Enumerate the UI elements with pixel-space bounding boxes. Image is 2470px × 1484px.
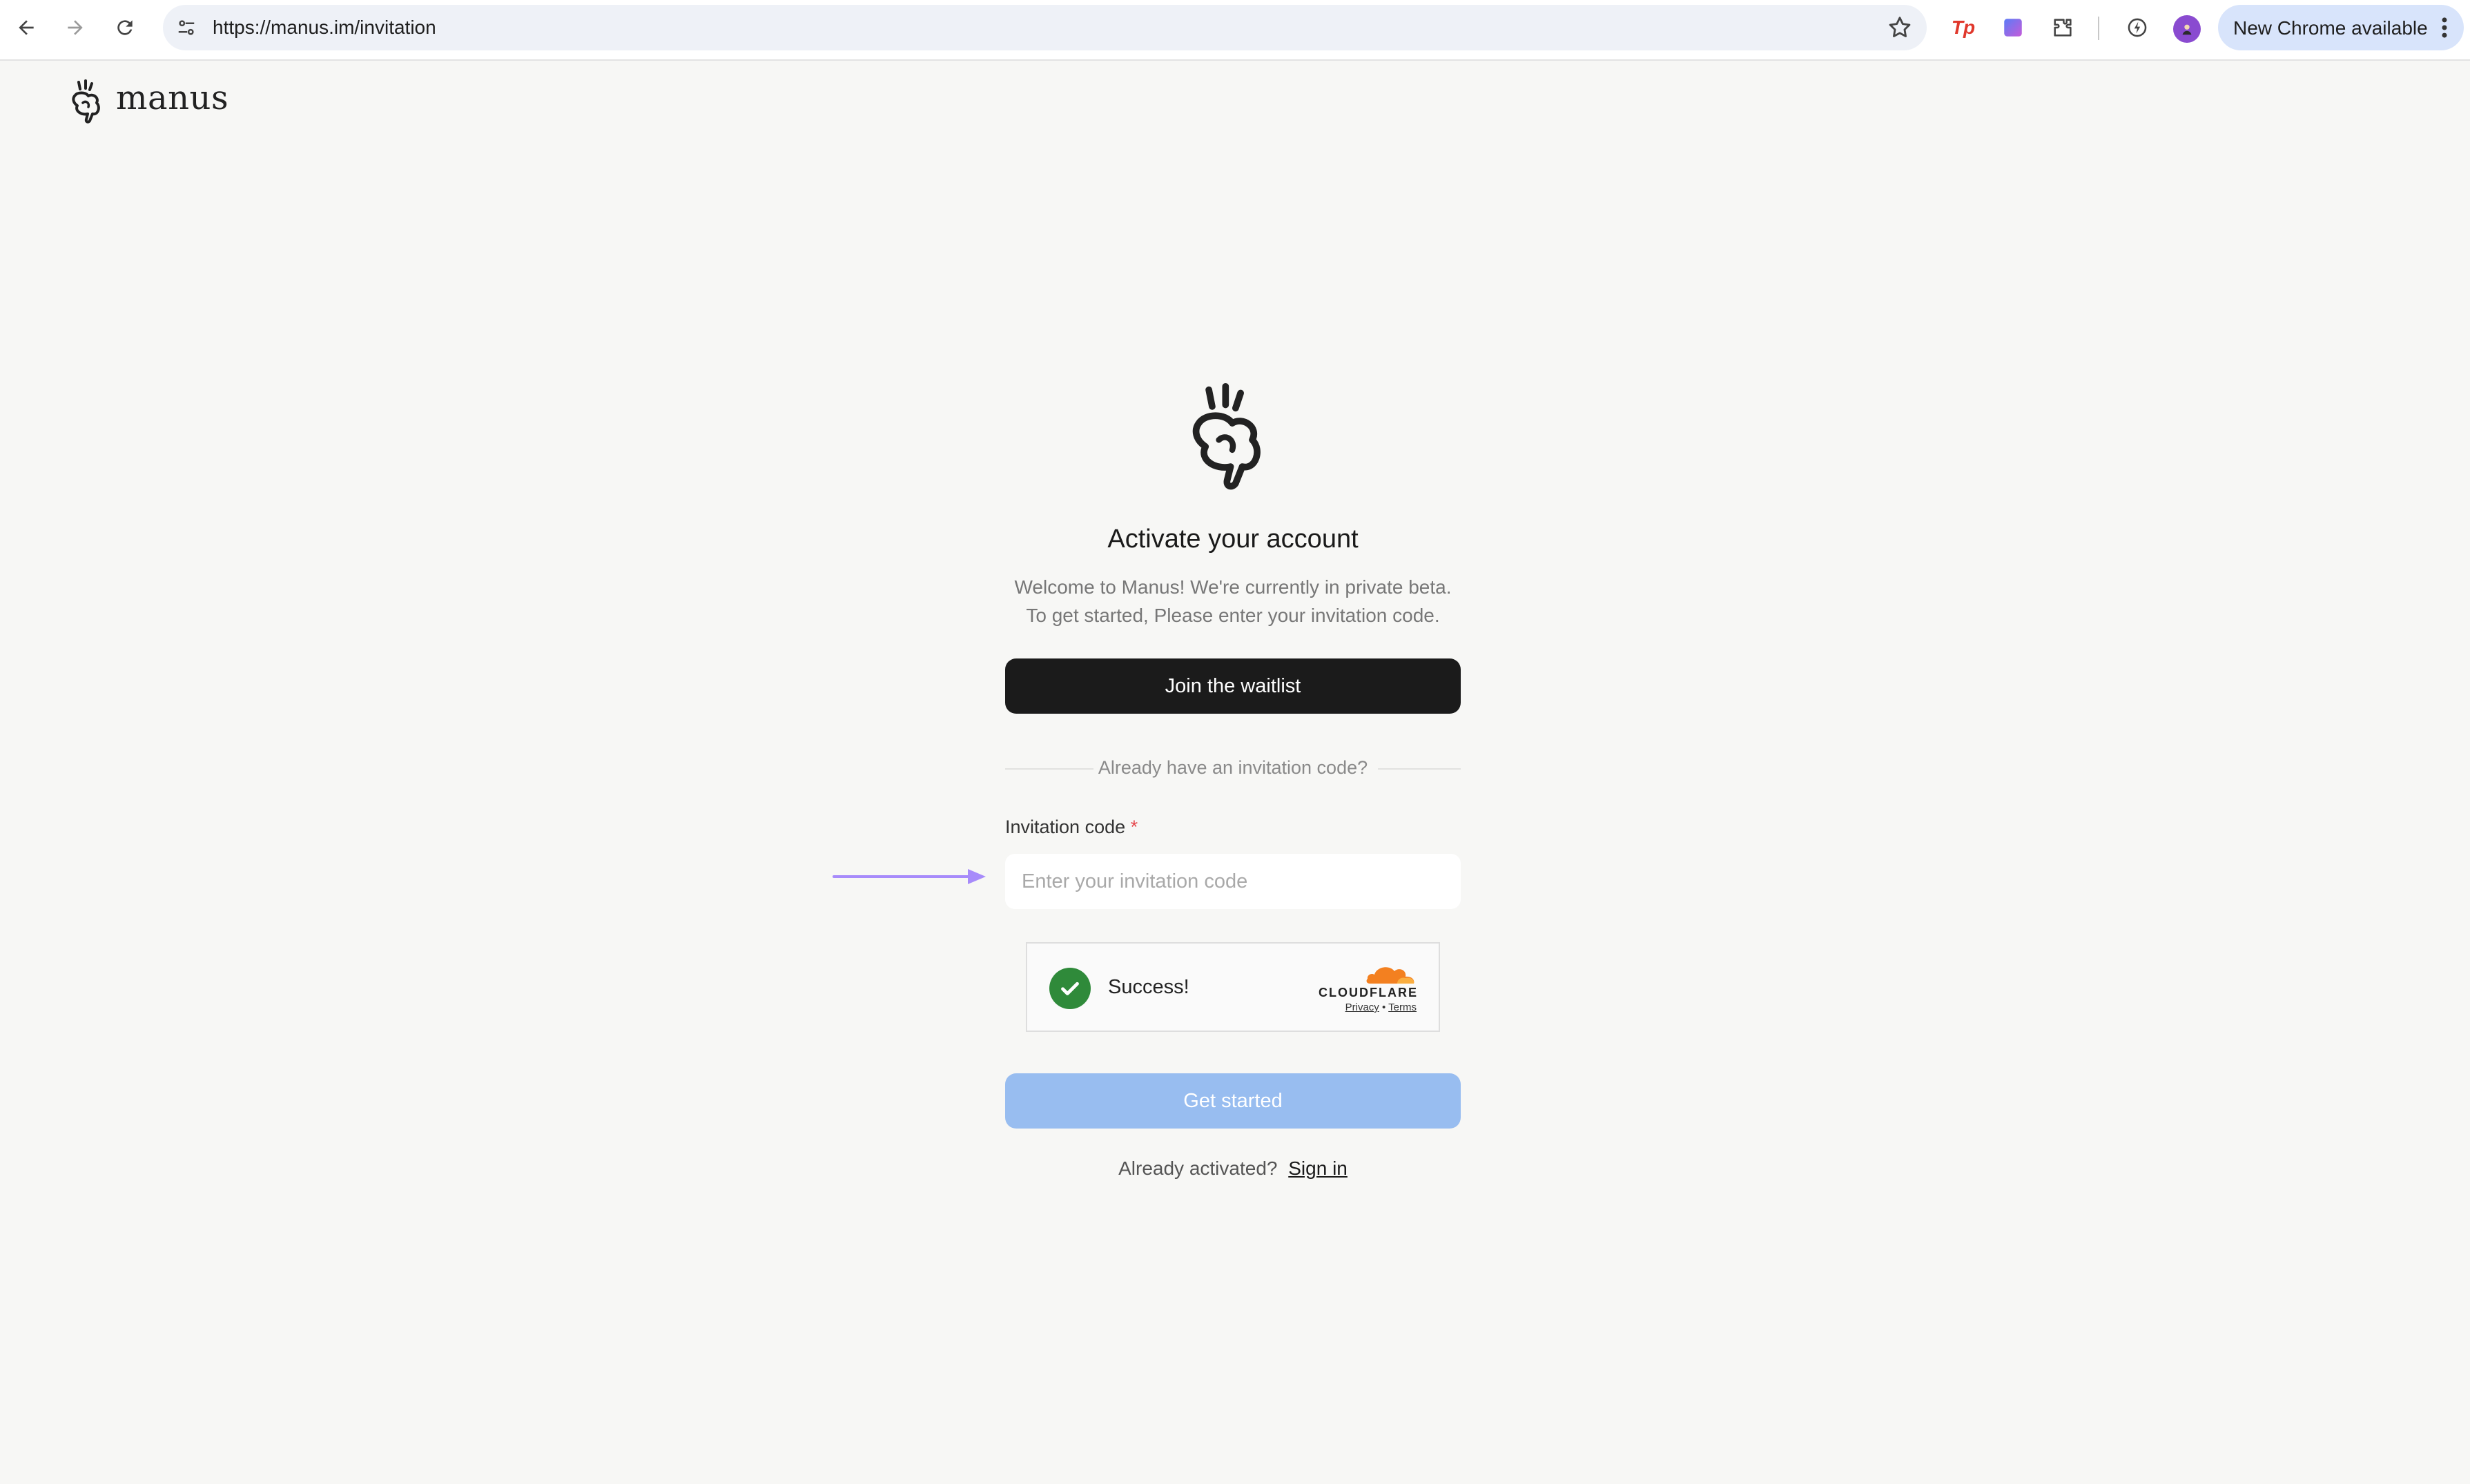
sign-in-link[interactable]: Sign in: [1288, 1158, 1348, 1179]
cloudflare-wordmark: CLOUDFLARE: [1319, 986, 1418, 999]
invitation-code-label-text: Invitation code: [1005, 817, 1126, 837]
performance-icon[interactable]: [2122, 12, 2152, 43]
success-check-icon: [1049, 968, 1091, 1009]
reload-button[interactable]: [108, 10, 142, 45]
reload-icon: [117, 20, 133, 35]
site-settings-icon[interactable]: [171, 12, 202, 43]
cloudflare-privacy-link[interactable]: Privacy: [1345, 1002, 1379, 1013]
more-menu-icon[interactable]: [2438, 14, 2451, 41]
join-waitlist-button[interactable]: Join the waitlist: [1005, 658, 1461, 714]
divider-line-left: [1005, 768, 1093, 770]
browser-toolbar: https://manus.im/invitation Tp New Chrom…: [0, 0, 2470, 61]
profile-icon: [2182, 24, 2192, 35]
bookmark-star-icon[interactable]: [1887, 14, 1913, 41]
pointer-arrow-icon: [833, 869, 986, 884]
get-started-button[interactable]: Get started: [1005, 1073, 1461, 1129]
color-extension-icon[interactable]: [1998, 12, 2028, 43]
tp-extension-icon[interactable]: Tp: [1948, 12, 1978, 43]
subtitle-line-2: To get started, Please enter your invita…: [1026, 605, 1440, 626]
page-title: Activate your account: [1107, 525, 1359, 554]
divider-text: Already have an invitation code?: [1098, 757, 1368, 778]
brand-wordmark: manus: [116, 79, 229, 117]
captcha-status: Success!: [1108, 976, 1189, 998]
forward-button[interactable]: [58, 10, 93, 45]
required-asterisk: *: [1130, 817, 1138, 837]
cloudflare-turnstile-widget[interactable]: Success! CLOUDFLARE Privacy • Terms: [1026, 942, 1440, 1032]
signin-prompt: Already activated?: [1118, 1158, 1278, 1179]
cloudflare-cloud-icon: [1366, 967, 1414, 984]
manus-logo-icon: [72, 79, 100, 124]
cloudflare-links-separator: •: [1381, 1002, 1386, 1013]
address-bar[interactable]: https://manus.im/invitation: [163, 5, 1927, 50]
manus-hero-logo-icon: [1192, 383, 1261, 490]
header-brand[interactable]: manus: [69, 79, 228, 124]
puzzle-extension-icon[interactable]: [2048, 12, 2078, 43]
invitation-code-input[interactable]: [1005, 854, 1461, 909]
cloudflare-terms-link[interactable]: Terms: [1388, 1002, 1417, 1013]
profile-avatar[interactable]: [2173, 15, 2201, 43]
arrow-left-icon: [19, 20, 34, 35]
url-text[interactable]: https://manus.im/invitation: [213, 17, 436, 39]
cloudflare-links: Privacy • Terms: [1345, 1002, 1417, 1013]
signin-row: Already activated? Sign in: [1005, 1158, 1461, 1180]
chrome-update-button[interactable]: New Chrome available: [2218, 5, 2464, 50]
subtitle-line-1: Welcome to Manus! We're currently in pri…: [1014, 576, 1452, 598]
divider-line-right: [1378, 768, 1461, 770]
back-button[interactable]: [9, 10, 43, 45]
toolbar-separator: [2098, 17, 2099, 40]
arrow-right-icon: [68, 20, 83, 35]
invitation-code-label: Invitation code *: [1005, 817, 1138, 838]
